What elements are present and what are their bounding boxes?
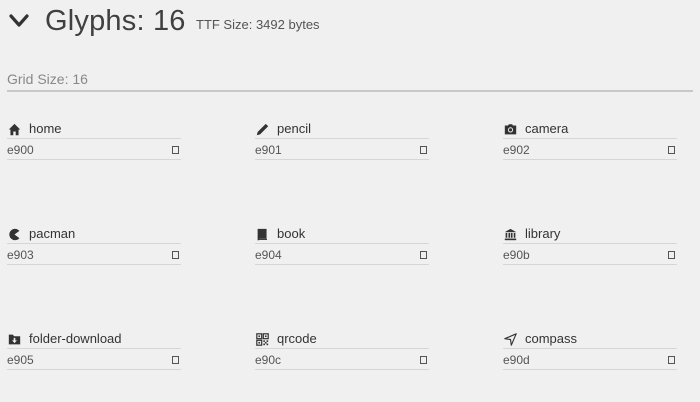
- glyph-code-value: e902: [503, 143, 530, 157]
- glyph-code-field[interactable]: e903: [7, 246, 181, 265]
- glyph-code-field[interactable]: e902: [503, 141, 677, 160]
- glyph-code-field[interactable]: e900: [7, 141, 181, 160]
- glyph-item-folder-download: folder-download e905: [7, 330, 183, 390]
- glyph-preview-icon: [668, 251, 675, 259]
- glyph-name-label: compass: [525, 331, 578, 346]
- glyph-preview-icon: [420, 251, 427, 259]
- folder-download-icon: [7, 332, 21, 346]
- glyph-preview-icon: [668, 146, 675, 154]
- camera-icon: [503, 122, 517, 136]
- pacman-icon: [7, 227, 21, 241]
- glyph-name-label: qrcode: [277, 331, 317, 346]
- grid-size-input[interactable]: [7, 68, 693, 92]
- glyph-name-label: pencil: [277, 121, 311, 136]
- glyph-item-pacman: pacman e903: [7, 225, 183, 285]
- glyph-code-value: e900: [7, 143, 34, 157]
- home-icon: [7, 122, 21, 136]
- glyph-name-field[interactable]: book: [255, 225, 429, 244]
- glyph-preview-icon: [420, 146, 427, 154]
- glyph-code-field[interactable]: e905: [7, 351, 181, 370]
- glyph-preview-icon: [172, 251, 179, 259]
- glyph-code-value: e90d: [503, 353, 530, 367]
- glyph-name-label: home: [29, 121, 62, 136]
- glyph-code-value: e901: [255, 143, 282, 157]
- glyph-name-field[interactable]: home: [7, 120, 181, 139]
- glyph-name-label: book: [277, 226, 306, 241]
- glyph-code-value: e905: [7, 353, 34, 367]
- ttf-size-info: TTF Size: 3492 bytes: [196, 17, 320, 32]
- glyph-code-value: e904: [255, 248, 282, 262]
- chevron-down-icon[interactable]: [9, 13, 29, 29]
- glyph-item-book: book e904: [255, 225, 431, 285]
- glyph-item-compass: compass e90d: [503, 330, 679, 390]
- glyph-name-field[interactable]: compass: [503, 330, 677, 349]
- glyph-code-field[interactable]: e90b: [503, 246, 677, 265]
- glyph-name-field[interactable]: pencil: [255, 120, 429, 139]
- glyph-name-label: pacman: [29, 226, 76, 241]
- glyph-name-label: folder-download: [29, 331, 122, 346]
- glyph-item-qrcode: qrcode e90c: [255, 330, 431, 390]
- compass-icon: [503, 332, 517, 346]
- glyph-name-label: library: [525, 226, 561, 241]
- glyph-item-camera: camera e902: [503, 120, 679, 180]
- glyph-code-field[interactable]: e90d: [503, 351, 677, 370]
- glyph-name-field[interactable]: qrcode: [255, 330, 429, 349]
- glyphs-header: Glyphs: 16 TTF Size: 3492 bytes: [0, 0, 700, 48]
- glyph-code-field[interactable]: e901: [255, 141, 429, 160]
- glyph-code-field[interactable]: e90c: [255, 351, 429, 370]
- glyph-name-field[interactable]: pacman: [7, 225, 181, 244]
- glyphs-count-title: Glyphs: 16: [45, 5, 186, 37]
- glyph-name-label: camera: [525, 121, 569, 136]
- glyph-name-field[interactable]: library: [503, 225, 677, 244]
- glyph-preview-icon: [420, 356, 427, 364]
- glyph-code-value: e903: [7, 248, 34, 262]
- qrcode-icon: [255, 332, 269, 346]
- glyph-name-field[interactable]: folder-download: [7, 330, 181, 349]
- glyph-name-field[interactable]: camera: [503, 120, 677, 139]
- glyph-code-value: e90b: [503, 248, 530, 262]
- glyph-preview-icon: [172, 356, 179, 364]
- glyph-item-library: library e90b: [503, 225, 679, 285]
- glyph-preview-icon: [172, 146, 179, 154]
- glyph-code-field[interactable]: e904: [255, 246, 429, 265]
- library-icon: [503, 227, 517, 241]
- glyph-item-pencil: pencil e901: [255, 120, 431, 180]
- book-icon: [255, 227, 269, 241]
- glyph-item-home: home e900: [7, 120, 183, 180]
- pencil-icon: [255, 122, 269, 136]
- glyph-code-value: e90c: [255, 353, 282, 367]
- glyph-preview-icon: [668, 356, 675, 364]
